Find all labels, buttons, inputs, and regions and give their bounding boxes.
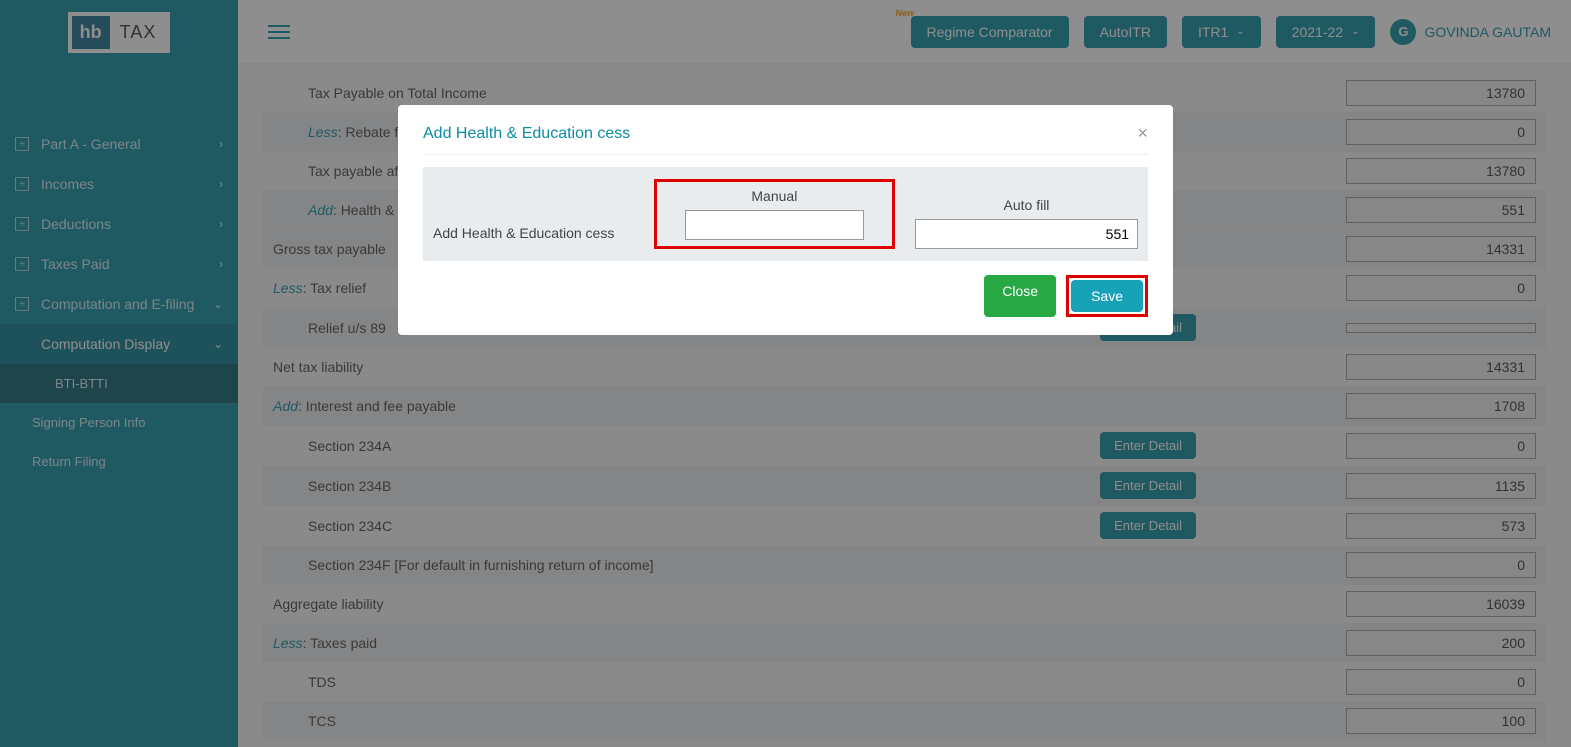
modal-title: Add Health & Education cess bbox=[423, 125, 630, 143]
close-icon[interactable]: × bbox=[1137, 123, 1148, 144]
autofill-input[interactable] bbox=[915, 219, 1138, 249]
manual-heading: Manual bbox=[663, 188, 886, 204]
modal-field-label: Add Health & Education cess bbox=[433, 225, 634, 249]
close-button[interactable]: Close bbox=[984, 275, 1056, 317]
manual-input[interactable] bbox=[685, 210, 863, 240]
autofill-column: Auto fill bbox=[915, 197, 1138, 249]
manual-column: Manual bbox=[654, 179, 895, 249]
modal-overlay: Add Health & Education cess × Add Health… bbox=[0, 0, 1571, 747]
save-button[interactable]: Save bbox=[1071, 280, 1143, 312]
modal: Add Health & Education cess × Add Health… bbox=[398, 105, 1173, 335]
autofill-heading: Auto fill bbox=[915, 197, 1138, 213]
